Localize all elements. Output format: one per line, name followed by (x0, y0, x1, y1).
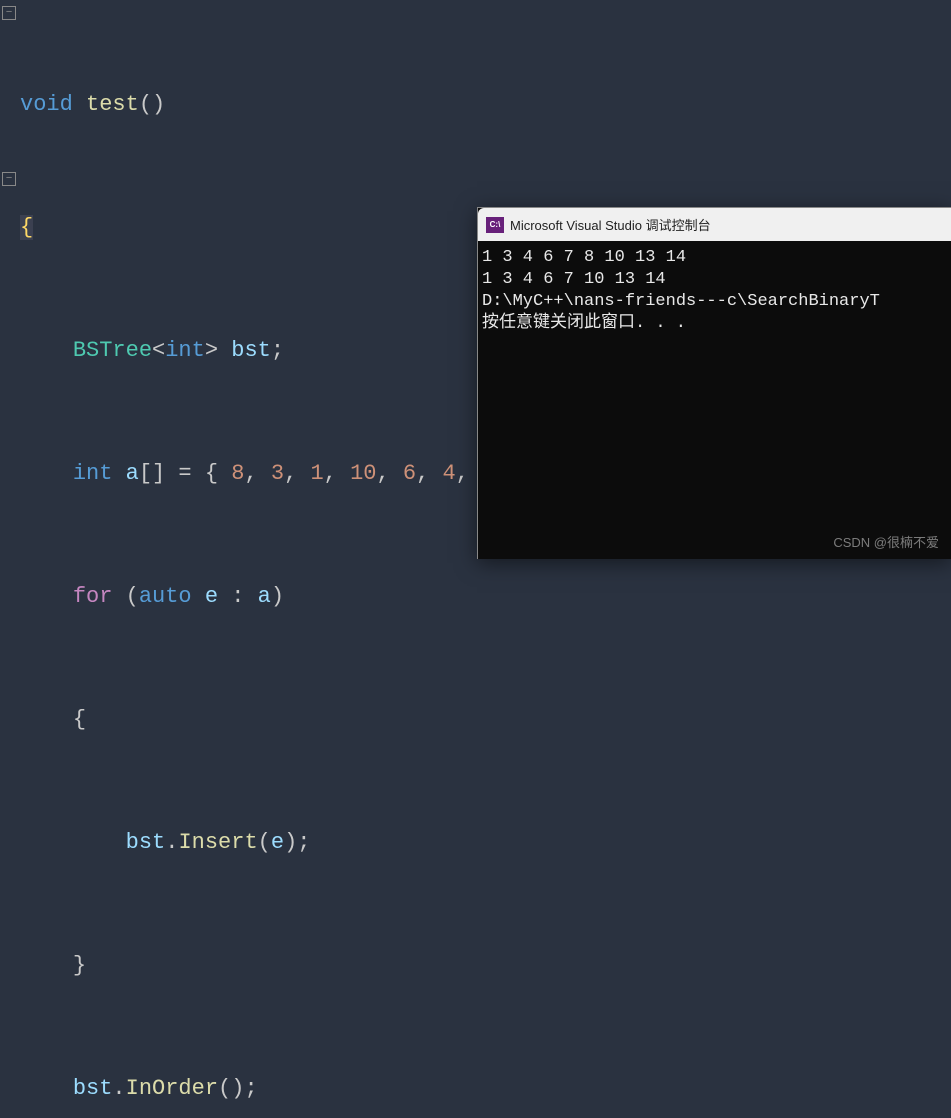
console-titlebar[interactable]: C:\ Microsoft Visual Studio 调试控制台 (478, 208, 951, 241)
console-output[interactable]: 1 3 4 6 7 8 10 13 141 3 4 6 7 10 13 14D:… (478, 241, 951, 341)
code-line: bst.InOrder(); (20, 1068, 951, 1109)
console-title: Microsoft Visual Studio 调试控制台 (510, 215, 711, 234)
brace-open: { (20, 215, 33, 240)
code-line: for (auto e : a) (20, 576, 951, 617)
keyword-void: void (20, 92, 73, 117)
console-line: 按任意键关闭此窗口. . . (482, 313, 947, 335)
gutter: − − (0, 0, 20, 559)
console-line: 1 3 4 6 7 10 13 14 (482, 269, 947, 291)
variable: bst (231, 338, 271, 363)
function-name: test (86, 92, 139, 117)
watermark: CSDN @很楠不爱 (833, 532, 939, 551)
console-app-icon: C:\ (486, 217, 504, 233)
code-line: } (20, 945, 951, 986)
fold-toggle-icon[interactable]: − (2, 6, 16, 20)
type-name: BSTree (73, 338, 152, 363)
code-line: bst.Insert(e); (20, 822, 951, 863)
debug-console-window[interactable]: C:\ Microsoft Visual Studio 调试控制台 1 3 4 … (477, 207, 951, 559)
code-line: { (20, 699, 951, 740)
fold-toggle-icon[interactable]: − (2, 172, 16, 186)
code-line: void test() (20, 84, 951, 125)
console-line: 1 3 4 6 7 8 10 13 14 (482, 247, 947, 269)
console-line: D:\MyC++\nans-friends---c\SearchBinaryT (482, 291, 947, 313)
parens: () (139, 92, 165, 117)
